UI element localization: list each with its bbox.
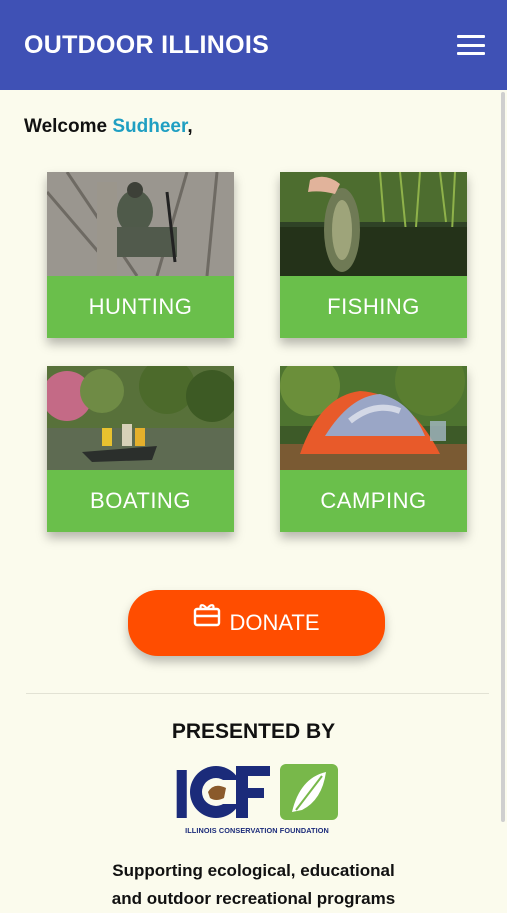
boating-photo bbox=[47, 366, 234, 470]
tile-label: HUNTING bbox=[47, 276, 234, 338]
tile-fishing[interactable]: FISHING bbox=[280, 172, 467, 338]
donate-label: DONATE bbox=[229, 610, 320, 635]
icf-logo: I ILLINOIS CONSERVATION FOUNDATION bbox=[172, 755, 342, 840]
camping-photo bbox=[280, 366, 467, 470]
tagline-line1: Supporting ecological, educational bbox=[112, 861, 395, 880]
tagline-line2: and outdoor recreational programs bbox=[111, 889, 396, 908]
tile-hunting[interactable]: HUNTING bbox=[47, 172, 234, 338]
welcome-punct: , bbox=[187, 116, 193, 137]
presented-by-heading: PRESENTED BY bbox=[171, 720, 336, 743]
svg-text:I: I bbox=[172, 760, 187, 826]
tile-boating[interactable]: BOATING bbox=[47, 366, 234, 532]
hunting-photo bbox=[47, 172, 234, 276]
welcome-message: Welcome Sudheer, bbox=[24, 116, 193, 138]
logo-subtitle: ILLINOIS CONSERVATION FOUNDATION bbox=[185, 826, 329, 835]
scrollbar[interactable] bbox=[501, 92, 505, 822]
fishing-photo bbox=[280, 172, 467, 276]
welcome-greeting: Welcome bbox=[24, 116, 113, 137]
tile-label: FISHING bbox=[280, 276, 467, 338]
app-bar: OUTDOOR ILLINOIS bbox=[0, 0, 507, 90]
donate-button[interactable]: DONATE bbox=[128, 590, 385, 656]
hamburger-menu-icon[interactable] bbox=[457, 35, 485, 55]
app-title: OUTDOOR ILLINOIS bbox=[24, 30, 270, 59]
welcome-username: Sudheer bbox=[112, 116, 188, 137]
tagline: Supporting ecological, educational and o… bbox=[0, 857, 507, 913]
gift-card-icon bbox=[193, 603, 221, 633]
tile-label: BOATING bbox=[47, 470, 234, 532]
tile-label: CAMPING bbox=[280, 470, 467, 532]
tile-camping[interactable]: CAMPING bbox=[280, 366, 467, 532]
divider bbox=[26, 693, 489, 694]
